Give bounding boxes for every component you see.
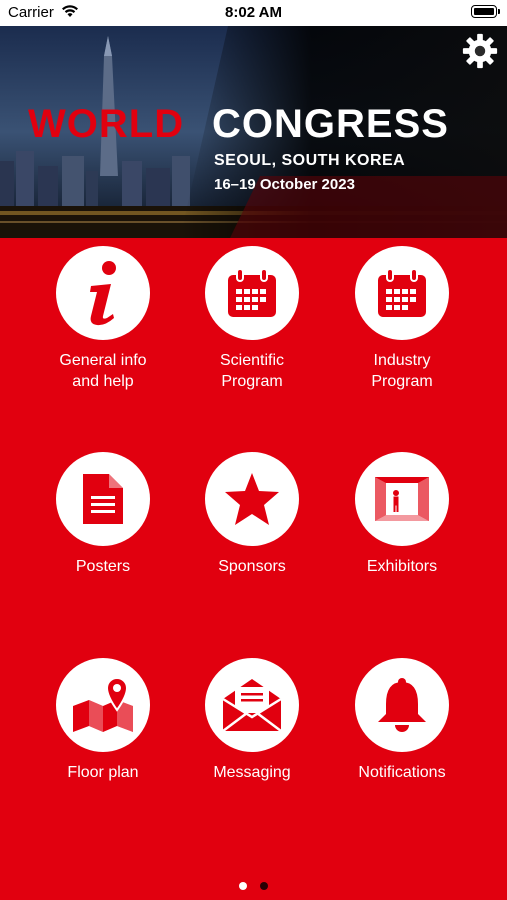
tile-label: Floor plan — [67, 764, 139, 781]
info-icon — [56, 246, 150, 340]
tile-label: Messaging — [213, 764, 291, 781]
tile-posters[interactable]: Posters — [28, 452, 178, 577]
tile-label-line2: Program — [371, 373, 433, 390]
tile-scientific-program[interactable]: Scientific Program — [177, 246, 327, 392]
tile-label: Exhibitors — [366, 558, 438, 575]
tile-floor-plan[interactable]: Floor plan — [28, 658, 178, 783]
bell-icon — [355, 658, 449, 752]
tile-label: Sponsors — [218, 558, 286, 575]
tile-label-line2: and help — [72, 373, 134, 390]
tile-label-line1: Scientific — [219, 352, 285, 369]
tile-general-info[interactable]: General info and help — [28, 246, 178, 392]
banner-title-congress: CONGRESS — [212, 102, 449, 146]
page-dot-active[interactable] — [239, 882, 248, 890]
tile-label: Notifications — [358, 764, 446, 781]
tile-sponsors[interactable]: Sponsors — [177, 452, 327, 577]
tile-notifications[interactable]: Notifications — [327, 658, 477, 783]
tile-label-line1: General info — [59, 352, 147, 369]
page-dot[interactable] — [259, 882, 268, 890]
banner-dates: 16–19 October 2023 — [214, 176, 355, 193]
tile-label-line1: Industry — [373, 352, 431, 369]
tile-messaging[interactable]: Messaging — [177, 658, 327, 783]
booth-icon — [355, 452, 449, 546]
clock: 8:02 AM — [225, 4, 282, 21]
document-icon — [56, 452, 150, 546]
map-pin-icon — [56, 658, 150, 752]
calendar-icon — [205, 246, 299, 340]
tile-exhibitors[interactable]: Exhibitors — [327, 452, 477, 577]
battery-icon — [471, 5, 500, 18]
status-bar: Carrier 8:02 AM — [0, 0, 507, 26]
banner-title-world: WORLD — [28, 102, 185, 146]
tile-industry-program[interactable]: Industry Program — [327, 246, 477, 392]
page-indicator[interactable] — [0, 877, 507, 895]
tile-label: Posters — [75, 558, 131, 575]
congress-banner: WORLD CONGRESS SEOUL, SOUTH KOREA 16–19 … — [0, 26, 507, 238]
envelope-icon — [205, 658, 299, 752]
star-icon — [205, 452, 299, 546]
calendar-icon — [355, 246, 449, 340]
banner-location: SEOUL, SOUTH KOREA — [214, 152, 406, 169]
gear-icon[interactable] — [461, 32, 499, 70]
tile-label-line2: Program — [221, 373, 283, 390]
